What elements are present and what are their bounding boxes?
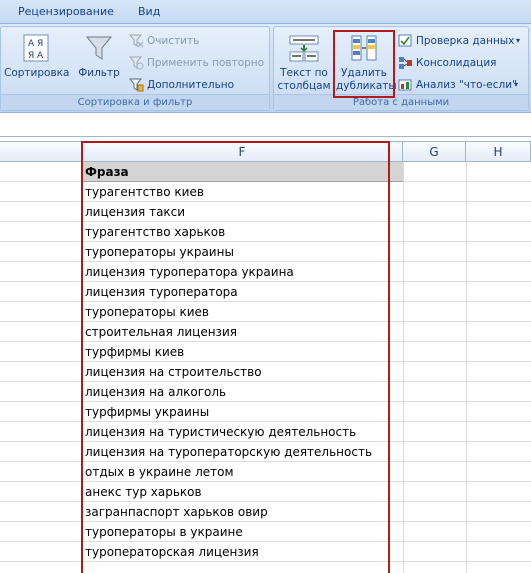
filter-label: Фильтр bbox=[78, 67, 120, 79]
data-tools-group-label: Работа с данными bbox=[274, 94, 528, 110]
svg-text:А: А bbox=[28, 39, 35, 49]
consolidation-icon bbox=[399, 57, 412, 69]
reapply-icon bbox=[129, 56, 144, 70]
funnel-icon bbox=[85, 36, 113, 60]
column-header-h[interactable]: H bbox=[466, 141, 531, 162]
formula-bar-divider bbox=[0, 136, 531, 137]
text-to-columns-icon bbox=[289, 35, 319, 62]
tab-view[interactable]: Вид bbox=[138, 5, 160, 18]
svg-text:А: А bbox=[37, 51, 44, 61]
data-validation-icon bbox=[398, 34, 412, 47]
ribbon-tab-bar: Рецензирование Вид bbox=[0, 0, 531, 24]
text-to-columns-label-1: Текст по bbox=[280, 67, 328, 79]
svg-text:Я: Я bbox=[37, 39, 43, 49]
remove-duplicates-highlight bbox=[333, 30, 395, 98]
ribbon: А Я Я А Сортировка Фильтр Очистить Приме… bbox=[0, 24, 531, 113]
column-f-highlight bbox=[81, 141, 390, 573]
consolidation-label: Консолидация bbox=[416, 57, 497, 69]
validation-dropdown-icon[interactable]: ▾ bbox=[516, 32, 520, 50]
svg-text:Я: Я bbox=[28, 51, 34, 61]
sort-filter-group: А Я Я А Сортировка Фильтр Очистить Приме… bbox=[0, 26, 270, 111]
sort-label: Сортировка bbox=[4, 67, 70, 79]
advanced-filter-icon bbox=[129, 78, 144, 92]
text-to-columns-button[interactable]: Текст по столбцам bbox=[276, 33, 332, 93]
clear-label: Очистить bbox=[147, 35, 200, 47]
text-to-columns-label-2: столбцам bbox=[277, 80, 331, 92]
column-header-blank bbox=[0, 141, 82, 162]
filter-button[interactable]: Фильтр bbox=[71, 33, 127, 80]
sort-button[interactable]: А Я Я А Сортировка bbox=[4, 33, 70, 80]
clear-filter-icon bbox=[129, 34, 144, 48]
sort-filter-group-label: Сортировка и фильтр bbox=[1, 94, 269, 110]
what-if-icon bbox=[398, 79, 412, 91]
tab-review[interactable]: Рецензирование bbox=[18, 5, 114, 18]
data-validation-label: Проверка данных bbox=[416, 35, 515, 47]
what-if-label: Анализ "что-если" bbox=[416, 79, 517, 91]
what-if-dropdown-icon[interactable]: ▾ bbox=[514, 76, 518, 94]
reapply-label: Применить повторно bbox=[147, 57, 265, 69]
column-header-g[interactable]: G bbox=[403, 141, 466, 162]
sort-icon: А Я Я А bbox=[23, 34, 49, 62]
data-tools-group: Текст по столбцам Удалить дубликаты Пров… bbox=[273, 26, 529, 111]
advanced-label: Дополнительно bbox=[147, 79, 235, 91]
